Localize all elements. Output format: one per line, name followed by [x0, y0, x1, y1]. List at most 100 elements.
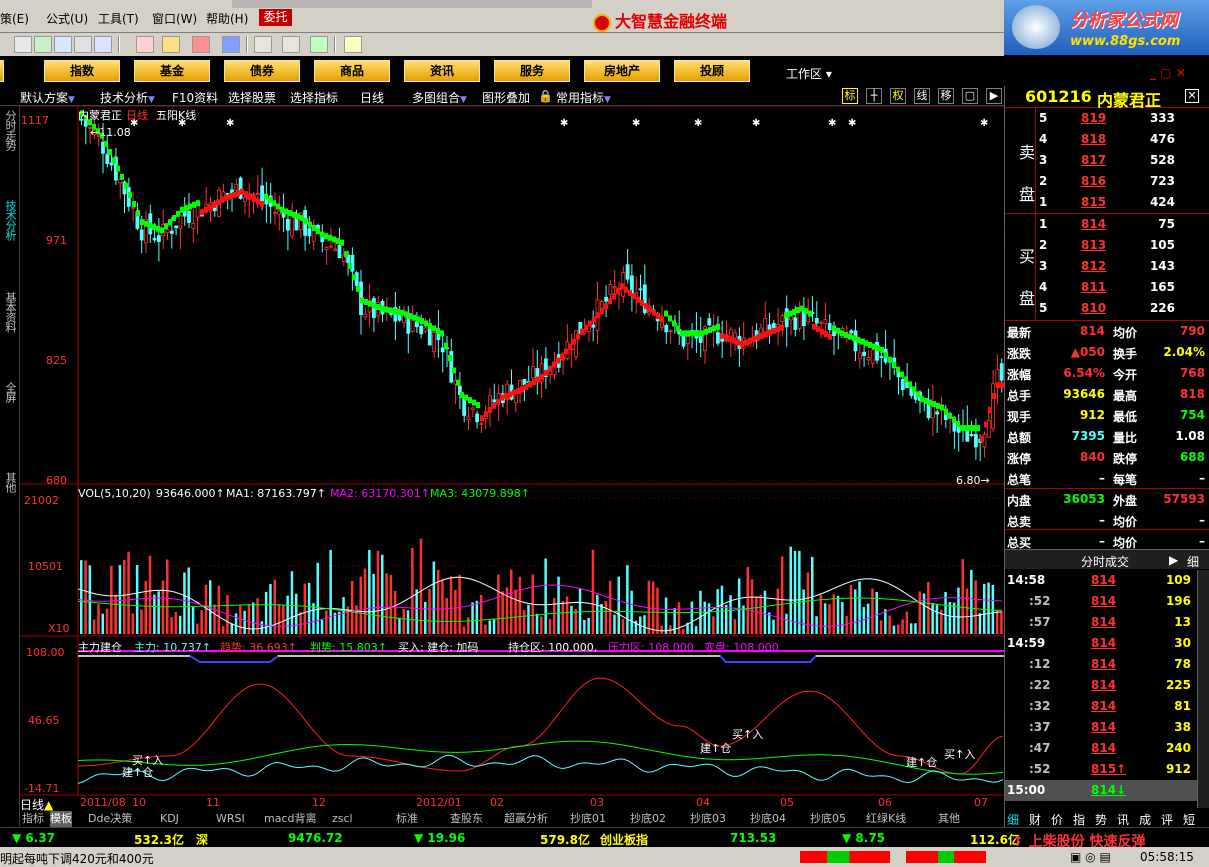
tick-row[interactable]: :32 814 81 — [1005, 696, 1209, 717]
tool-diamond-icon[interactable] — [162, 36, 180, 53]
play-icon[interactable]: ▶ — [1169, 553, 1178, 567]
tool-red-oval-icon[interactable] — [192, 36, 210, 53]
period-button[interactable]: 日线 — [360, 89, 384, 106]
indicator-tab-15[interactable]: 红绿K线 — [866, 811, 906, 827]
crosshair-icon[interactable]: ┼ — [866, 88, 882, 104]
right-tab-5[interactable]: 讯 — [1117, 811, 1129, 828]
common-indicator-dropdown[interactable]: 常用指标▼ — [556, 89, 611, 106]
indicator-tab-7[interactable]: 标准 — [396, 811, 418, 827]
rights-button[interactable]: 权 — [890, 88, 906, 104]
right-tab-2[interactable]: 价 — [1051, 811, 1063, 828]
right-tab-6[interactable]: 成 — [1139, 811, 1151, 828]
tick-row[interactable]: :57 814 13 — [1005, 612, 1209, 633]
stat-row[interactable]: 总额 7395 量比 1.08 — [1005, 426, 1209, 447]
line-button[interactable]: 线 — [914, 88, 930, 104]
right-tab-0[interactable]: 细 — [1007, 811, 1019, 828]
select-stock-button[interactable]: 选择股票 — [228, 89, 276, 106]
menu-item-help[interactable]: 帮助(H) — [206, 10, 248, 27]
tick-row[interactable]: :52 815↑ 912 — [1005, 759, 1209, 780]
tool-print-icon[interactable] — [254, 36, 272, 53]
tab-fullscreen[interactable]: 全屏 — [2, 382, 18, 402]
nav-realestate[interactable]: 房地产 — [584, 60, 660, 82]
nav-bond[interactable]: 债券 — [224, 60, 300, 82]
weituo-button[interactable]: 委托 — [259, 9, 292, 26]
nav-index[interactable]: 指数 — [44, 60, 120, 82]
tool-blue-oval-icon[interactable] — [222, 36, 240, 53]
tool-books-icon[interactable] — [310, 36, 328, 53]
nav-fund[interactable]: 基金 — [134, 60, 210, 82]
tool-chart-icon[interactable] — [34, 36, 52, 53]
stat-row[interactable]: 涨幅 6.54% 今开 768 — [1005, 363, 1209, 384]
tick-row[interactable]: :22 814 225 — [1005, 675, 1209, 696]
nav-commodity[interactable]: 商品 — [314, 60, 390, 82]
tick-row[interactable]: 15:00 814↓ — [1005, 780, 1209, 801]
nav-partial-button[interactable] — [0, 60, 4, 82]
right-tab-4[interactable]: 势 — [1095, 811, 1107, 828]
tab-basic-info[interactable]: 基本资料 — [2, 292, 18, 332]
tick-row[interactable]: :52 814 196 — [1005, 591, 1209, 612]
tick-row[interactable]: 14:58 814 109 — [1005, 570, 1209, 591]
overlay-button[interactable]: 图形叠加 — [482, 89, 530, 106]
tool-people-icon[interactable] — [94, 36, 112, 53]
indicator-tab-3[interactable]: KDJ — [160, 811, 179, 827]
stat-row[interactable]: 最新 814 均价 790 — [1005, 321, 1209, 342]
tick-row[interactable]: :12 814 78 — [1005, 654, 1209, 675]
move-button[interactable]: 移 — [938, 88, 954, 104]
menu-item-strategy[interactable]: 策(E) — [0, 10, 29, 27]
f10-button[interactable]: F10资料 — [172, 89, 218, 106]
indicator-tab-5[interactable]: macd背离 — [264, 811, 317, 827]
stat-row[interactable]: 现手 912 最低 754 — [1005, 405, 1209, 426]
select-indicator-button[interactable]: 选择指标 — [290, 89, 338, 106]
indicator-tab-4[interactable]: WRSI — [216, 811, 245, 827]
play-icon[interactable]: ▶ — [986, 88, 1002, 104]
nav-service[interactable]: 服务 — [494, 60, 570, 82]
nav-news[interactable]: 资讯 — [404, 60, 480, 82]
stat-row[interactable]: 涨跌 ▲050 换手 2.04% — [1005, 342, 1209, 363]
scheme-dropdown[interactable]: 默认方案▼ — [20, 89, 75, 106]
indicator-tab-12[interactable]: 抄底03 — [690, 811, 726, 827]
indicator-tab-9[interactable]: 超赢分析 — [504, 811, 548, 827]
indicator-tab-10[interactable]: 抄底01 — [570, 811, 606, 827]
stat-row[interactable]: 总笔 – 每笔 – — [1005, 468, 1209, 489]
stat-row[interactable]: 总卖 – 均价 – — [1005, 510, 1209, 531]
workarea-dropdown[interactable]: 工作区 ▾ — [786, 65, 832, 82]
tool-alert-icon[interactable] — [136, 36, 154, 53]
mark-button[interactable]: 标 — [842, 88, 858, 104]
menu-item-tools[interactable]: 工具(T) — [98, 10, 139, 27]
stat-row[interactable]: 总手 93646 最高 818 — [1005, 384, 1209, 405]
indicator-tab-2[interactable]: Dde决策 — [88, 811, 132, 827]
tech-analysis-dropdown[interactable]: 技术分析▼ — [100, 89, 155, 106]
tab-other[interactable]: 其他 — [2, 472, 18, 492]
indicator-tab-1[interactable]: 模板 — [50, 811, 72, 827]
right-tab-7[interactable]: 评 — [1161, 811, 1173, 828]
tool-grid-icon[interactable] — [54, 36, 72, 53]
indicator-tab-8[interactable]: 查股东 — [450, 811, 483, 827]
menu-item-window[interactable]: 窗口(W) — [152, 10, 197, 27]
indicator-tab-0[interactable]: 指标 — [22, 811, 44, 827]
tool-binoculars-icon[interactable] — [74, 36, 92, 53]
multi-chart-dropdown[interactable]: 多图组合▼ — [412, 89, 467, 106]
tick-row[interactable]: 14:59 814 30 — [1005, 633, 1209, 654]
ticks-detail-button[interactable]: 细 — [1187, 553, 1199, 570]
tick-row[interactable]: :37 814 38 — [1005, 717, 1209, 738]
indicator-tab-6[interactable]: zscl — [332, 811, 353, 827]
chart-area[interactable]: ✱ ✱ ✱ ✱ ✱ ✱ ✱ ✱ ✱ ✱ 内蒙君正 日线 五阳K线 1117 971 825 680… — [20, 106, 1004, 811]
tab-technical-analysis[interactable]: 技术分析 — [2, 200, 18, 240]
right-tab-8[interactable]: 短 — [1183, 811, 1195, 828]
ticks-scrollbar[interactable] — [1197, 570, 1209, 808]
indicator-tab-16[interactable]: 其他 — [938, 811, 960, 827]
stat-row[interactable]: 涨停 840 跌停 688 — [1005, 447, 1209, 468]
tick-row[interactable]: :47 814 240 — [1005, 738, 1209, 759]
indicator-tab-13[interactable]: 抄底04 — [750, 811, 786, 827]
tool-flag-icon[interactable] — [14, 36, 32, 53]
lock-icon[interactable]: 🔒 — [538, 89, 553, 103]
stat-row[interactable]: 内盘 36053 外盘 57593 — [1005, 489, 1209, 510]
window-controls[interactable]: _ ▢ ✕ — [1150, 66, 1206, 80]
close-icon[interactable]: ✕ — [1185, 89, 1199, 103]
right-tab-1[interactable]: 财 — [1029, 811, 1041, 828]
menu-item-formula[interactable]: 公式(U) — [46, 10, 88, 27]
tool-window-icon[interactable] — [282, 36, 300, 53]
indicator-tab-11[interactable]: 抄底02 — [630, 811, 666, 827]
right-tab-3[interactable]: 指 — [1073, 811, 1085, 828]
tool-help-pointer-icon[interactable] — [344, 36, 362, 53]
